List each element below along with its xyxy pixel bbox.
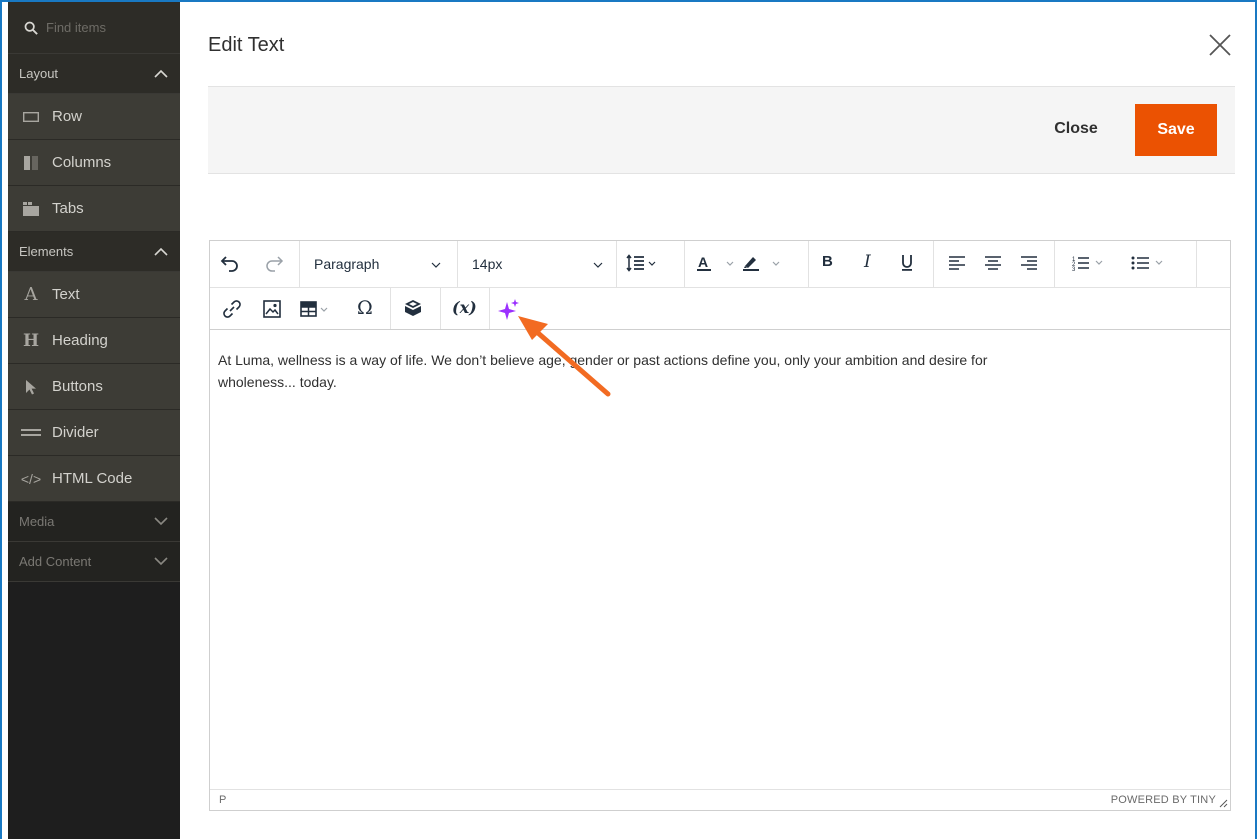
- toolbar-separator: [390, 288, 391, 329]
- variable-icon[interactable]: (x): [452, 298, 477, 317]
- sidebar: Find items Layout Row Columns Tabs Eleme…: [8, 2, 180, 839]
- widget-icon[interactable]: [402, 297, 424, 319]
- toolbar-separator: [489, 288, 490, 329]
- ai-sparkle-icon[interactable]: [498, 298, 520, 320]
- sidebar-item-tabs[interactable]: Tabs: [8, 186, 180, 232]
- save-button[interactable]: Save: [1135, 104, 1217, 156]
- font-size-value: 14px: [472, 256, 503, 272]
- group-add-content[interactable]: Add Content: [8, 542, 180, 582]
- font-size-dropdown[interactable]: 14px: [458, 241, 615, 287]
- search-bar[interactable]: Find items: [8, 2, 180, 54]
- chevron-down-icon: [154, 557, 168, 566]
- text-icon: A: [24, 284, 38, 305]
- cursor-icon: [20, 379, 42, 395]
- close-icon[interactable]: [1207, 32, 1233, 58]
- group-layout-label: Layout: [19, 66, 59, 81]
- chevron-down-icon: [154, 517, 168, 526]
- block-format-value: Paragraph: [314, 256, 380, 272]
- sidebar-item-heading[interactable]: H Heading: [8, 318, 180, 364]
- powered-by-link[interactable]: POWERED BY TINY: [1111, 794, 1216, 806]
- sidebar-item-label: Row: [52, 108, 83, 125]
- toolbar-separator: [616, 241, 617, 287]
- chevron-down-icon: [593, 262, 603, 268]
- sidebar-item-label: Tabs: [52, 200, 84, 217]
- numbered-list-icon[interactable]: 123: [1072, 254, 1112, 272]
- line-height-icon[interactable]: [626, 254, 660, 272]
- svg-text:3: 3: [1072, 267, 1076, 272]
- italic-icon[interactable]: I: [864, 252, 871, 272]
- sidebar-item-label: Heading: [52, 332, 108, 349]
- row-icon: [20, 111, 42, 122]
- block-format-dropdown[interactable]: Paragraph: [300, 241, 456, 287]
- highlight-icon[interactable]: [742, 253, 788, 273]
- sidebar-item-columns[interactable]: Columns: [8, 140, 180, 186]
- toolbar-row-1: Paragraph 14px A B I 123: [210, 241, 1230, 288]
- content-line: At Luma, wellness is a way of life. We d…: [218, 352, 988, 368]
- align-right-icon[interactable]: [1020, 256, 1038, 270]
- sidebar-item-row[interactable]: Row: [8, 94, 180, 140]
- toolbar-separator: [440, 288, 441, 329]
- code-icon: </>: [20, 470, 42, 487]
- search-placeholder: Find items: [46, 20, 106, 35]
- sidebar-item-label: HTML Code: [52, 470, 133, 487]
- divider-icon: [20, 428, 42, 437]
- text-color-icon[interactable]: A: [696, 253, 742, 273]
- group-elements[interactable]: Elements: [8, 232, 180, 272]
- sidebar-item-label: Columns: [52, 154, 112, 171]
- group-elements-label: Elements: [19, 244, 74, 259]
- underline-icon[interactable]: [900, 253, 914, 273]
- toolbar-separator: [684, 241, 685, 287]
- redo-icon[interactable]: [264, 254, 284, 272]
- sidebar-item-label: Buttons: [52, 378, 103, 395]
- toolbar-separator: [1054, 241, 1055, 287]
- align-left-icon[interactable]: [948, 256, 966, 270]
- undo-icon[interactable]: [220, 254, 240, 272]
- editor-content[interactable]: At Luma, wellness is a way of life. We d…: [218, 349, 1178, 393]
- bold-icon[interactable]: B: [822, 253, 833, 270]
- columns-icon: [20, 155, 42, 170]
- heading-icon: H: [22, 330, 40, 351]
- link-icon[interactable]: [222, 299, 242, 319]
- toolbar-row-2: Ω (x): [210, 288, 1230, 330]
- close-button[interactable]: Close: [1039, 104, 1113, 154]
- sidebar-item-html-code[interactable]: </> HTML Code: [8, 456, 180, 502]
- omega-icon[interactable]: Ω: [357, 297, 373, 319]
- element-path[interactable]: P: [219, 794, 226, 806]
- image-icon[interactable]: [262, 299, 282, 319]
- toolbar-separator: [1196, 241, 1197, 287]
- toolbar-separator: [808, 241, 809, 287]
- sidebar-item-label: Divider: [52, 424, 99, 441]
- table-icon[interactable]: [299, 299, 337, 319]
- bullet-list-icon[interactable]: [1131, 254, 1171, 272]
- modal-title: Edit Text: [208, 34, 285, 56]
- resize-handle-icon[interactable]: [1218, 798, 1228, 808]
- sidebar-item-label: Text: [52, 286, 80, 303]
- editor-statusbar: P POWERED BY TINY: [210, 789, 1230, 810]
- group-layout[interactable]: Layout: [8, 54, 180, 94]
- sidebar-item-text[interactable]: A Text: [8, 272, 180, 318]
- align-center-icon[interactable]: [984, 256, 1002, 270]
- tabs-icon: [20, 201, 42, 216]
- svg-text:A: A: [698, 254, 708, 270]
- toolbar-separator: [933, 241, 934, 287]
- search-icon: [24, 21, 38, 35]
- chevron-up-icon: [154, 247, 168, 256]
- group-media-label: Media: [19, 514, 55, 529]
- chevron-up-icon: [154, 69, 168, 78]
- rich-text-editor: Paragraph 14px A B I 123 Ω (x) At Luma, …: [209, 240, 1231, 811]
- group-add-content-label: Add Content: [19, 554, 92, 569]
- chevron-down-icon: [431, 262, 441, 268]
- sidebar-item-divider[interactable]: Divider: [8, 410, 180, 456]
- sidebar-item-buttons[interactable]: Buttons: [8, 364, 180, 410]
- group-media[interactable]: Media: [8, 502, 180, 542]
- content-line: wholeness... today.: [218, 374, 337, 390]
